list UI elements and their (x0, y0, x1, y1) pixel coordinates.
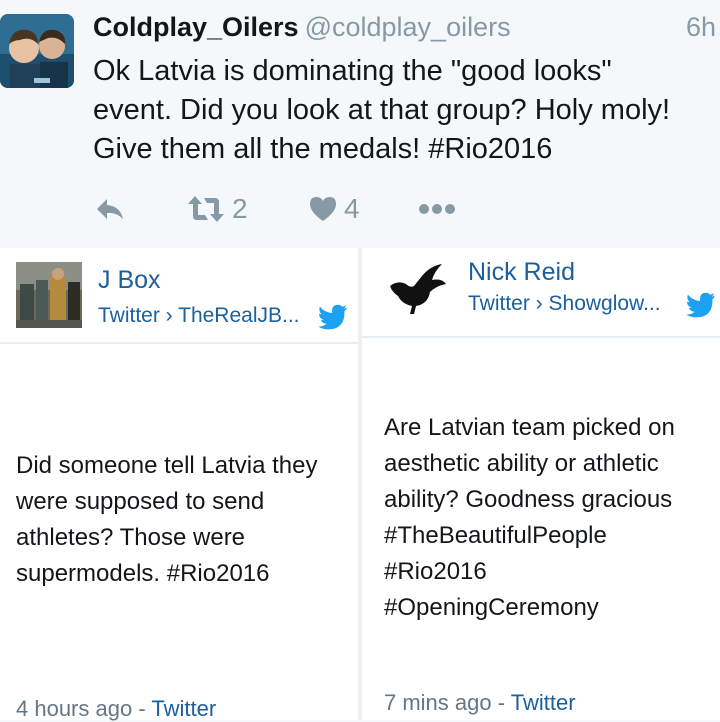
card-text-line: #OpeningCeremony (384, 594, 599, 621)
card-text: Did someone tell Latvia they were suppos… (16, 448, 318, 592)
tweet-text-line: Ok Latvia is dominating the "good looks" (93, 55, 612, 87)
card-text: Are Latvian team picked on aesthetic abi… (384, 410, 675, 626)
tweet-text-line: event. Did you look at that group? Holy … (93, 94, 671, 126)
tweet-timestamp[interactable]: 6h (686, 12, 716, 43)
card-divider (362, 336, 720, 338)
card-text-line: athletes? Those were (16, 524, 246, 551)
more-icon (418, 203, 458, 215)
retweet-icon (186, 194, 226, 224)
twitter-bird-icon (318, 304, 348, 330)
author-name[interactable]: Coldplay_Oilers (93, 12, 299, 42)
main-tweet: Coldplay_Oilers @coldplay_oilers 6h Ok La… (0, 0, 720, 240)
author-handle[interactable]: @coldplay_oilers (305, 12, 511, 42)
author-thumbnail[interactable] (16, 262, 82, 328)
card-time-ago: 4 hours ago (16, 696, 133, 721)
card-text-line: aesthetic ability or athletic (384, 450, 659, 477)
reply-icon (94, 195, 126, 223)
more-button[interactable] (418, 192, 458, 226)
like-count: 4 (344, 193, 360, 224)
author-line: Coldplay_Oilers @coldplay_oilers (93, 12, 720, 46)
card-text-line: #TheBeautifulPeople (384, 522, 607, 549)
card-platform-link[interactable]: Twitter (511, 690, 576, 715)
card-author-name[interactable]: Nick Reid (468, 258, 575, 287)
card-source[interactable]: Twitter › Showglow... (468, 292, 661, 316)
card-time-ago: 7 mins ago (384, 690, 492, 715)
footer-separator: - (491, 690, 511, 715)
tweet-text-line: Give them all the medals! #Rio2016 (93, 133, 553, 165)
heart-icon (308, 195, 338, 223)
retweet-button[interactable]: 2 (186, 192, 248, 226)
card-footer: 7 mins ago - Twitter (384, 690, 576, 716)
footer-separator: - (132, 696, 152, 721)
twitter-bird-icon (686, 292, 716, 318)
card-text-line: #Rio2016 (384, 558, 487, 585)
like-button[interactable]: 4 (308, 192, 360, 226)
card-footer: 4 hours ago - Twitter (16, 696, 216, 722)
author-thumbnail[interactable] (384, 258, 450, 324)
reply-card[interactable]: Nick Reid Twitter › Showglow... Are Latv… (362, 248, 720, 720)
card-divider (0, 342, 358, 344)
tweet-text: Ok Latvia is dominating the "good looks"… (93, 52, 720, 169)
card-platform-link[interactable]: Twitter (151, 696, 216, 721)
card-text-line: ability? Goodness gracious (384, 486, 673, 513)
card-text-line: Did someone tell Latvia they (16, 452, 318, 479)
reply-card[interactable]: J Box Twitter › TheRealJB... Did someone… (0, 248, 358, 722)
card-text-line: Are Latvian team picked on (384, 414, 675, 441)
retweet-count: 2 (232, 193, 248, 224)
card-text-line: supermodels. #Rio2016 (16, 560, 270, 587)
card-text-line: were supposed to send (16, 488, 265, 515)
card-source[interactable]: Twitter › TheRealJB... (98, 304, 300, 328)
author-avatar[interactable] (0, 14, 74, 88)
reply-button[interactable] (94, 192, 126, 226)
card-author-name[interactable]: J Box (98, 266, 161, 295)
